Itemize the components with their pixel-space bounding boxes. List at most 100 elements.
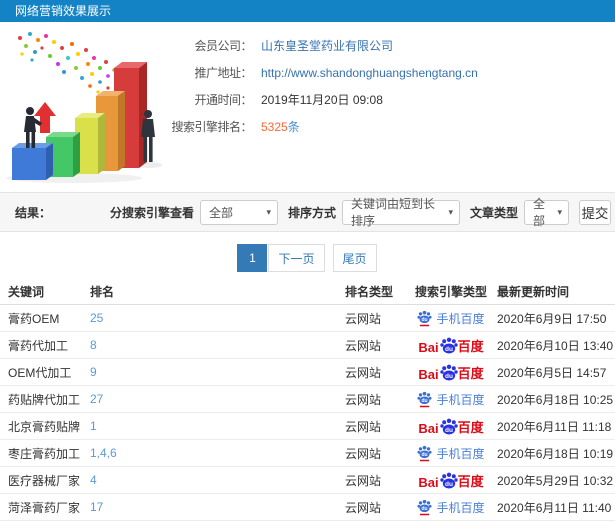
rank-link[interactable]: 1,4,6 bbox=[90, 446, 117, 460]
table-row: 枣庄膏药加工 1,4,6 云网站 du 手机百度 2020年6月18日 10:1… bbox=[0, 440, 615, 467]
article-type-label: 文章类型 bbox=[469, 205, 518, 220]
rank-link[interactable]: 4 bbox=[90, 473, 97, 487]
rank-link[interactable]: 9 bbox=[90, 365, 97, 379]
baidu-paw-icon: du bbox=[439, 337, 458, 353]
updated-time-cell: 2020年6月10日 13:40 bbox=[497, 338, 614, 353]
sort-select[interactable]: 关键词由短到长排序 ▾ bbox=[341, 197, 460, 228]
rank-link[interactable]: 8 bbox=[90, 338, 97, 352]
svg-text:du: du bbox=[445, 480, 453, 487]
baidu-paw-icon: du bbox=[439, 472, 458, 488]
info-row-url: 推广地址： http://www.shandonghuangshengtang.… bbox=[170, 59, 615, 86]
baidu-paw-icon: du bbox=[439, 364, 458, 380]
submit-button[interactable]: 提交 bbox=[579, 199, 611, 225]
mobile-baidu-badge: du 手机百度 bbox=[417, 499, 485, 516]
rank-type-cell: 云网站 bbox=[345, 392, 382, 407]
engine-cell: du 手机百度 bbox=[405, 391, 497, 408]
rank-type-cell: 云网站 bbox=[345, 365, 382, 380]
table-row: 北京膏药贴牌 1 云网站 Bai du 百度 2020年6月11日 11:18 bbox=[0, 413, 615, 440]
rank-count-value: 5325 bbox=[261, 120, 288, 134]
keyword-cell: 菏泽膏药厂家 bbox=[8, 500, 81, 515]
baidu-paw-icon: du bbox=[439, 418, 458, 434]
promo-url-link[interactable]: http://www.shandonghuangshengtang.cn bbox=[261, 66, 478, 80]
rank-type-cell: 云网站 bbox=[345, 419, 382, 434]
filter-controls: 分搜索引擎查看 全部 ▾ 排序方式 关键词由短到长排序 ▾ 文章类型 全部 ▾ … bbox=[100, 197, 611, 228]
table-row: 菏泽膏药厂家 17 云网站 du 手机百度 2020年6月11日 11:40 bbox=[0, 494, 615, 521]
svg-text:du: du bbox=[422, 398, 428, 404]
updated-time-cell: 2020年6月11日 11:40 bbox=[497, 500, 612, 515]
filter-bar: 结果： 分搜索引擎查看 全部 ▾ 排序方式 关键词由短到长排序 ▾ 文章类型 全… bbox=[0, 192, 615, 232]
chevron-down-icon: ▾ bbox=[557, 206, 562, 217]
engine-cell: du 手机百度 bbox=[405, 310, 497, 327]
rank-count-suffix: 条 bbox=[287, 120, 300, 134]
info-rows: 会员公司： 山东皇圣堂药业有限公司 推广地址： http://www.shand… bbox=[170, 22, 615, 192]
article-type-select[interactable]: 全部 ▾ bbox=[524, 197, 569, 228]
svg-text:du: du bbox=[445, 372, 453, 379]
updated-time-cell: 2020年6月18日 10:19 bbox=[497, 446, 614, 461]
promo-url-label: 推广地址： bbox=[194, 66, 252, 80]
updated-time-cell: 2020年6月9日 17:50 bbox=[497, 311, 607, 326]
baidu-paw-icon: du bbox=[417, 499, 433, 515]
confetti-dots bbox=[18, 32, 118, 94]
results-table: 关键词 排名 排名类型 搜索引擎类型 最新更新时间 膏药OEM 25 云网站 d… bbox=[0, 278, 615, 521]
col-header-updated: 最新更新时间 bbox=[497, 284, 570, 299]
updated-time-cell: 2020年6月5日 14:57 bbox=[497, 365, 607, 380]
col-header-rank: 排名 bbox=[90, 284, 115, 299]
engine-cell: du 手机百度 bbox=[405, 499, 497, 516]
keyword-cell: 膏药代加工 bbox=[8, 338, 69, 353]
chevron-down-icon: ▾ bbox=[266, 206, 271, 217]
open-time-value: 2019年11月20日 09:08 bbox=[261, 93, 383, 107]
open-time-label: 开通时间： bbox=[194, 93, 252, 107]
rank-type-cell: 云网站 bbox=[345, 500, 382, 515]
page-title: 网络营销效果展示 bbox=[15, 4, 112, 18]
rank-link[interactable]: 27 bbox=[90, 392, 103, 406]
company-link[interactable]: 山东皇圣堂药业有限公司 bbox=[261, 37, 393, 54]
baidu-paw-icon: du bbox=[417, 445, 433, 461]
growth-chart-image bbox=[6, 32, 162, 183]
svg-text:du: du bbox=[445, 426, 453, 433]
engine-cell: Bai du 百度 bbox=[405, 336, 497, 355]
table-row: 医疗器械厂家 4 云网站 Bai du 百度 2020年5月29日 10:32 bbox=[0, 467, 615, 494]
baidu-logo: Bai du 百度 bbox=[418, 364, 484, 382]
engine-cell: Bai du 百度 bbox=[405, 363, 497, 382]
info-row-open-time: 开通时间： 2019年11月20日 09:08 bbox=[170, 86, 615, 113]
table-row: OEM代加工 9 云网站 Bai du 百度 2020年6月5日 14:57 bbox=[0, 359, 615, 386]
rank-link[interactable]: 17 bbox=[90, 500, 103, 514]
rank-link[interactable]: 1 bbox=[90, 419, 97, 433]
rank-link[interactable]: 25 bbox=[90, 311, 103, 325]
engine-cell: du 手机百度 bbox=[405, 445, 497, 462]
baidu-logo: Bai du 百度 bbox=[418, 418, 484, 436]
rank-type-cell: 云网站 bbox=[345, 311, 382, 326]
page-1-button[interactable]: 1 bbox=[237, 244, 268, 272]
baidu-logo: Bai du 百度 bbox=[418, 472, 484, 490]
info-row-rank-count: 搜索引擎排名： 5325条 bbox=[170, 113, 615, 140]
svg-text:du: du bbox=[445, 345, 453, 352]
engine-cell: Bai du 百度 bbox=[405, 471, 497, 490]
keyword-cell: OEM代加工 bbox=[8, 365, 72, 380]
keyword-cell: 医疗器械厂家 bbox=[8, 473, 81, 488]
baidu-paw-icon: du bbox=[417, 391, 433, 407]
svg-text:du: du bbox=[422, 452, 428, 458]
engine-cell: Bai du 百度 bbox=[405, 417, 497, 436]
info-row-company: 会员公司： 山东皇圣堂药业有限公司 bbox=[170, 32, 615, 59]
rank-type-cell: 云网站 bbox=[345, 446, 382, 461]
company-label: 会员公司： bbox=[194, 39, 252, 53]
engine-filter-label: 分搜索引擎查看 bbox=[109, 205, 194, 220]
svg-text:du: du bbox=[422, 317, 428, 323]
mobile-baidu-badge: du 手机百度 bbox=[417, 391, 485, 408]
col-header-engine-type: 搜索引擎类型 bbox=[414, 284, 487, 299]
table-body: 膏药OEM 25 云网站 du 手机百度 2020年6月9日 17:50 膏药代… bbox=[0, 305, 615, 521]
pagination: 1 下一页 尾页 bbox=[0, 244, 615, 272]
table-row: 膏药OEM 25 云网站 du 手机百度 2020年6月9日 17:50 bbox=[0, 305, 615, 332]
next-page-button[interactable]: 下一页 bbox=[268, 244, 325, 272]
up-arrow-icon bbox=[34, 102, 56, 133]
updated-time-cell: 2020年5月29日 10:32 bbox=[497, 473, 614, 488]
table-row: 药贴牌代加工 27 云网站 du 手机百度 2020年6月18日 10:25 bbox=[0, 386, 615, 413]
table-row: 膏药代加工 8 云网站 Bai du 百度 2020年6月10日 13:40 bbox=[0, 332, 615, 359]
updated-time-cell: 2020年6月18日 10:25 bbox=[497, 392, 614, 407]
keyword-cell: 膏药OEM bbox=[8, 311, 60, 326]
baidu-logo: Bai du 百度 bbox=[418, 337, 484, 355]
last-page-button[interactable]: 尾页 bbox=[332, 244, 377, 272]
chevron-down-icon: ▾ bbox=[448, 206, 453, 217]
engine-select[interactable]: 全部 ▾ bbox=[199, 199, 278, 225]
page-header: 网络营销效果展示 bbox=[0, 0, 615, 22]
